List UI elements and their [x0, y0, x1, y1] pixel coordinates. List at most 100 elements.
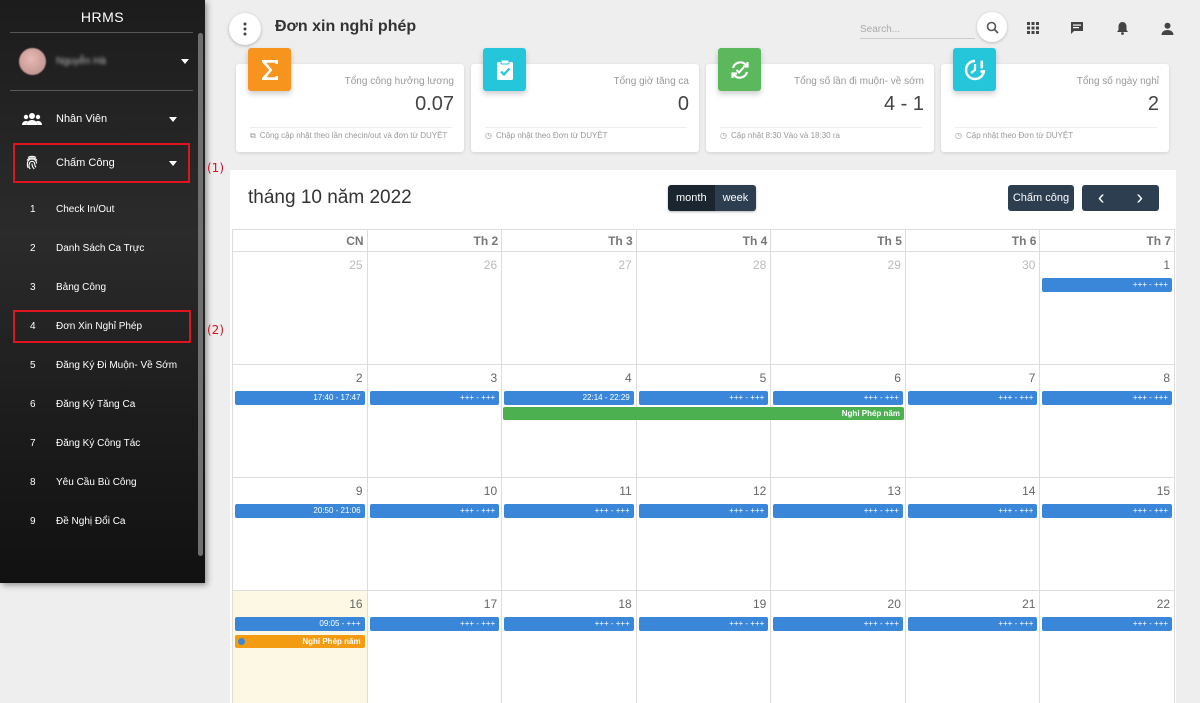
day-cell[interactable]: 2 17:40 - 17:47 — [233, 365, 368, 478]
leave-event[interactable]: Nghỉ Phép năm — [235, 635, 365, 648]
day-cell[interactable]: 30 — [905, 252, 1041, 365]
attendance-event[interactable]: +++ - +++ — [638, 391, 769, 405]
sidebar-item-label: Check In/Out — [56, 203, 115, 215]
attendance-event[interactable]: +++ - +++ — [907, 617, 1038, 631]
day-cell[interactable]: 22 +++ - +++ — [1040, 591, 1176, 703]
day-cell[interactable]: 15 +++ - +++ — [1040, 478, 1176, 591]
sidebar-item-danh-sach-ca-truc[interactable]: 2 Danh Sách Ca Trực — [30, 239, 195, 257]
attendance-event[interactable]: +++ - +++ — [1042, 504, 1173, 518]
day-number: 21 — [1022, 597, 1036, 611]
next-month-button[interactable]: › — [1121, 185, 1160, 211]
day-cell[interactable]: 4 22:14 - 22:29 — [502, 365, 637, 478]
user-icon — [1161, 22, 1173, 35]
day-cell[interactable]: 21 +++ - +++ — [906, 591, 1041, 703]
event-dot-icon — [238, 638, 245, 645]
attendance-event[interactable]: +++ - +++ — [773, 391, 903, 405]
sidebar-item-cong-tac[interactable]: 7 Đăng Ký Công Tác — [30, 434, 195, 452]
day-cell[interactable]: 26 — [367, 252, 503, 365]
more-vertical-button[interactable] — [229, 13, 261, 45]
users-icon — [22, 111, 42, 127]
attendance-event[interactable]: 22:14 - 22:29 — [504, 391, 634, 405]
weekday-label: Th 4 — [636, 230, 772, 252]
day-number: 2 — [355, 371, 363, 385]
timer-alert-icon — [953, 48, 996, 91]
day-cell[interactable]: 8 +++ - +++ — [1040, 365, 1176, 478]
day-cell-today[interactable]: 16 09:05 - +++ Nghỉ Phép năm — [233, 591, 368, 703]
week-row: 2 17:40 - 17:47 3 +++ - +++ 4 22:14 - 22:29 5 +… — [233, 365, 1176, 478]
day-cell[interactable]: 17 +++ - +++ — [368, 591, 503, 703]
day-cell[interactable]: 6 +++ - +++ — [771, 365, 906, 478]
attendance-event[interactable]: +++ - +++ — [638, 617, 769, 631]
cham-cong-button[interactable]: Chấm công — [1008, 185, 1074, 211]
day-cell[interactable]: 18 +++ - +++ — [502, 591, 637, 703]
attendance-event[interactable]: +++ - +++ — [504, 504, 634, 518]
day-cell[interactable]: 10 +++ - +++ — [367, 478, 503, 591]
sidebar-item-bu-cong[interactable]: 8 Yêu Cầu Bù Công — [30, 473, 195, 491]
day-number: 20 — [887, 597, 901, 611]
day-cell[interactable]: 25 — [233, 252, 368, 365]
view-week-button[interactable]: week — [714, 185, 757, 211]
day-cell[interactable]: 11 +++ - +++ — [502, 478, 637, 591]
attendance-event[interactable]: +++ - +++ — [369, 504, 500, 518]
profile-button[interactable] — [1157, 18, 1177, 38]
card-value: 4 - 1 — [883, 93, 924, 115]
sidebar-item-doi-ca[interactable]: 9 Đề Nghị Đổi Ca — [30, 512, 195, 530]
sidebar-item-label: Đăng Ký Đi Muộn- Về Sớm — [56, 359, 178, 371]
checklist-icon — [483, 48, 526, 91]
day-cell[interactable]: 29 — [771, 252, 906, 365]
sidebar-item-check-in-out[interactable]: 1 Check In/Out — [30, 200, 195, 218]
attendance-event[interactable]: +++ - +++ — [907, 504, 1038, 518]
messages-button[interactable] — [1067, 18, 1087, 38]
attendance-event[interactable]: +++ - +++ — [1042, 617, 1173, 631]
search-input[interactable] — [860, 21, 970, 38]
day-cell[interactable]: 14 +++ - +++ — [905, 478, 1041, 591]
leave-event-bar[interactable]: Nghỉ Phép năm — [503, 407, 904, 420]
notifications-button[interactable] — [1112, 18, 1132, 38]
attendance-event[interactable]: +++ - +++ — [907, 391, 1038, 405]
day-number: 3 — [490, 371, 498, 385]
day-cell[interactable]: 28 — [636, 252, 772, 365]
card-title: Tổng công hưởng lương — [344, 76, 454, 87]
attendance-event[interactable]: +++ - +++ — [369, 391, 500, 405]
prev-month-button[interactable]: ‹ — [1082, 185, 1121, 211]
page-title: Đơn xin nghỉ phép — [275, 18, 417, 35]
sidebar-item-tang-ca[interactable]: 6 Đăng Ký Tăng Ca — [30, 395, 195, 413]
attendance-event[interactable]: +++ - +++ — [1042, 278, 1173, 292]
day-number: 17 — [483, 597, 498, 611]
search-button[interactable] — [977, 12, 1007, 42]
attendance-event[interactable]: +++ - +++ — [638, 504, 769, 518]
day-cell[interactable]: 9 20:50 - 21:06 — [233, 478, 368, 591]
attendance-event[interactable]: 17:40 - 17:47 — [235, 391, 365, 405]
scrollbar-thumb[interactable] — [198, 33, 203, 556]
attendance-event[interactable]: +++ - +++ — [773, 617, 903, 631]
day-cell[interactable]: 19 +++ - +++ — [637, 591, 772, 703]
day-cell[interactable]: 3 +++ - +++ — [367, 365, 503, 478]
day-cell[interactable]: 20 +++ - +++ — [771, 591, 906, 703]
week-row: 16 09:05 - +++ Nghỉ Phép năm 17 +++ - +++ 18 +… — [233, 591, 1176, 703]
day-number: 9 — [355, 484, 363, 498]
chevron-down-icon — [181, 58, 189, 64]
sidebar-item-bang-cong[interactable]: 3 Bảng Công — [30, 278, 195, 296]
avatar — [19, 47, 46, 75]
day-cell[interactable]: 7 +++ - +++ — [905, 365, 1041, 478]
apps-grid-button[interactable] — [1023, 18, 1043, 38]
day-cell[interactable]: 5 +++ - +++ — [636, 365, 772, 478]
attendance-event[interactable]: 09:05 - +++ — [235, 617, 365, 631]
day-cell[interactable]: 12 +++ - +++ — [636, 478, 772, 591]
sidebar-scrollbar[interactable] — [198, 33, 203, 556]
view-month-button[interactable]: month — [668, 185, 715, 211]
attendance-event[interactable]: +++ - +++ — [773, 504, 903, 518]
day-cell[interactable]: 27 — [502, 252, 637, 365]
day-number: 15 — [1156, 484, 1171, 498]
day-cell[interactable]: 1 +++ - +++ — [1040, 252, 1176, 365]
day-number: 10 — [483, 484, 498, 498]
day-number: 8 — [1163, 371, 1171, 385]
attendance-event[interactable]: 20:50 - 21:06 — [235, 504, 365, 518]
user-menu[interactable]: Nguyễn Hà — [19, 46, 189, 76]
sidebar-item-di-muon-ve-som[interactable]: 5 Đăng Ký Đi Muộn- Về Sớm — [30, 356, 195, 374]
attendance-event[interactable]: +++ - +++ — [369, 617, 500, 631]
attendance-event[interactable]: +++ - +++ — [1042, 391, 1173, 405]
attendance-event[interactable]: +++ - +++ — [504, 617, 634, 631]
day-cell[interactable]: 13 +++ - +++ — [771, 478, 906, 591]
sidebar-group-nhan-vien[interactable]: Nhân Viên — [22, 109, 177, 129]
